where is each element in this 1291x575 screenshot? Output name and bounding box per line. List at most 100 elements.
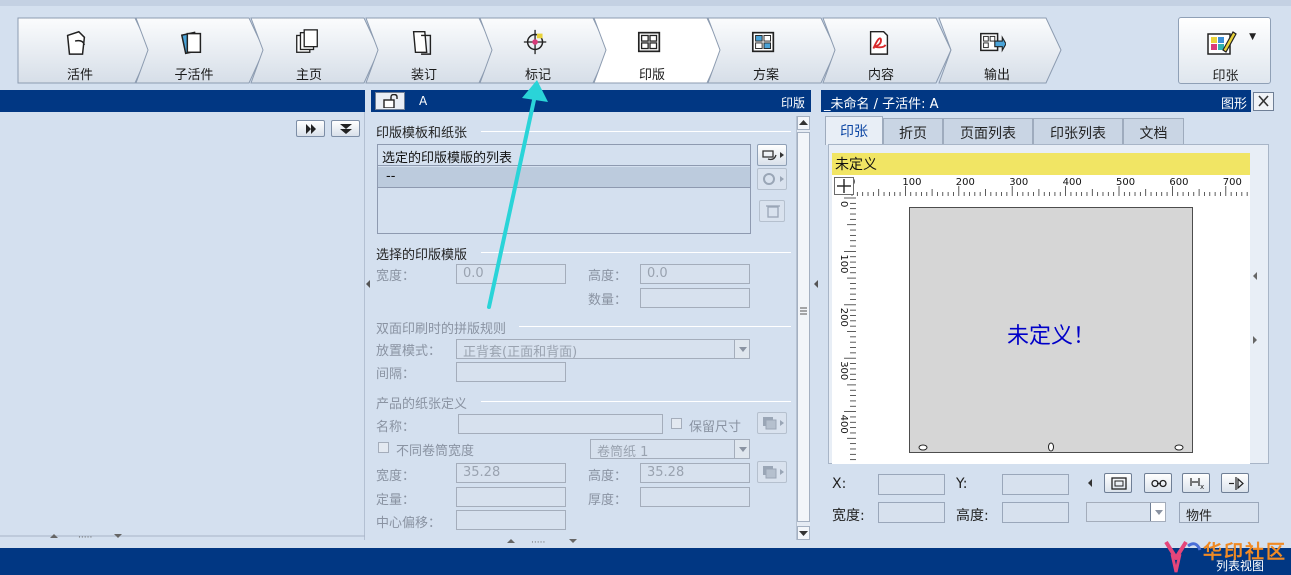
horizontal-ruler: 0100200300400500600700 — [832, 175, 1250, 196]
sheet-gripper-mark — [1048, 442, 1054, 452]
workflow-step-label: 内容 — [867, 68, 894, 83]
right-header-title: _未命名 / 子活件: A — [824, 97, 939, 112]
paper-thickness-field[interactable] — [640, 487, 750, 507]
middle-panel-resize-grip[interactable]: ····· — [371, 534, 811, 546]
workflow-step-8[interactable]: 内容 — [822, 17, 952, 84]
x-field[interactable] — [878, 474, 945, 495]
paper-height-field[interactable]: 35.28 — [640, 463, 750, 483]
chevron-down-icon[interactable] — [734, 340, 749, 358]
plate-quantity-label: 数量： — [588, 293, 628, 308]
undefined-sheet[interactable]: 未定义！ — [909, 207, 1193, 453]
center-object-button[interactable] — [1104, 473, 1132, 493]
svg-text:x: x — [1200, 483, 1204, 490]
left-panel-resize-grip[interactable]: ····· — [0, 530, 365, 542]
workflow-step-label: 主页 — [295, 68, 322, 83]
paper-weight-field[interactable] — [456, 487, 566, 507]
ruler-h-label: 100 — [902, 177, 921, 188]
keep-size-checkbox[interactable] — [671, 418, 682, 429]
mirror-button[interactable] — [1221, 473, 1249, 493]
template-list-row[interactable]: -- — [378, 167, 750, 188]
status-bar — [0, 548, 1291, 575]
close-button[interactable] — [1253, 92, 1274, 111]
select-template-button[interactable] — [757, 144, 787, 166]
print-sheet-button[interactable]: ▼ 印张 — [1178, 17, 1271, 84]
scheme-icon — [751, 31, 775, 53]
gap-field[interactable] — [456, 362, 566, 382]
chevron-down-icon[interactable] — [734, 440, 749, 458]
workflow-step-9[interactable]: 输出 — [938, 17, 1062, 84]
placement-mode-select[interactable]: 正背套(正面和背面) — [456, 339, 750, 360]
tab-fold[interactable]: 折页 — [883, 118, 943, 144]
ruler-origin-button[interactable] — [834, 177, 854, 195]
middle-panel-scrollbar[interactable] — [796, 116, 810, 540]
chevron-down-icon[interactable]: ▼ — [1249, 32, 1256, 42]
ruler-v-label: 0 — [838, 201, 849, 207]
middle-header-title: 印版 — [780, 96, 805, 110]
ruler-h-label: 300 — [1009, 177, 1028, 188]
toolbar-top-edge — [0, 0, 1291, 6]
workflow-step-3[interactable]: 主页 — [250, 17, 380, 84]
workflow-step-label: 标记 — [524, 68, 551, 83]
grip-icon — [800, 307, 807, 315]
tab-sheet[interactable]: 印张 — [825, 116, 883, 145]
tab-sheet-list[interactable]: 印张列表 — [1033, 118, 1123, 144]
plate-icon — [637, 31, 661, 53]
template-list-header: 选定的印版模版的列表 — [378, 145, 750, 166]
middle-header-id: A — [419, 94, 428, 108]
roll-select[interactable]: 卷筒纸 1 — [590, 439, 750, 460]
scrollbar-thumb[interactable] — [797, 132, 810, 522]
center-frame-icon — [1111, 477, 1127, 490]
paper-width-label: 宽度： — [376, 469, 416, 484]
plate-height-label: 高度： — [588, 269, 628, 284]
tab-page-list[interactable]: 页面列表 — [943, 118, 1033, 144]
workflow-step-7[interactable]: 方案 — [707, 17, 837, 84]
paper-library-button[interactable] — [757, 412, 787, 434]
scale-x-button[interactable]: x — [1182, 473, 1210, 493]
sync-template-button[interactable] — [757, 168, 787, 190]
double-arrow-right-icon — [306, 124, 316, 134]
plate-quantity-field[interactable] — [640, 288, 750, 308]
object-width-field[interactable] — [878, 502, 945, 523]
paper-name-field[interactable] — [458, 414, 663, 434]
workflow-step-6[interactable]: 印版 — [593, 17, 723, 84]
paper-width-field[interactable]: 35.28 — [456, 463, 566, 483]
middle-panel-header: A 印版 — [371, 90, 811, 112]
workflow-step-label: 方案 — [752, 68, 779, 83]
paper-size-button[interactable] — [757, 461, 787, 483]
delete-template-button[interactable] — [759, 200, 785, 222]
template-list[interactable]: 选定的印版模版的列表 -- — [377, 144, 751, 234]
chevron-down-icon[interactable] — [1150, 503, 1165, 521]
link-objects-button[interactable] — [1144, 473, 1172, 493]
chain-icon — [1151, 479, 1167, 488]
workflow-step-2[interactable]: 子活件 — [135, 17, 265, 84]
different-roll-width-checkbox[interactable] — [378, 442, 389, 453]
right-splitter-handle[interactable] — [811, 270, 821, 300]
output-icon — [980, 32, 1006, 53]
workflow-step-1[interactable]: 活件 — [17, 17, 151, 84]
y-field[interactable] — [1002, 474, 1069, 495]
workflow-step-5[interactable]: 标记 — [479, 17, 609, 84]
center-offset-field[interactable] — [456, 510, 566, 530]
plate-width-field[interactable]: 0.0 — [456, 264, 566, 284]
object-height-field[interactable] — [1002, 502, 1069, 523]
master-pages-icon — [296, 29, 318, 53]
workflow-step-4[interactable]: 装订 — [365, 17, 495, 84]
arrow-left-icon[interactable] — [1086, 478, 1094, 488]
group-duplex-title: 双面印刷时的拼版规则 — [376, 322, 507, 337]
lock-button[interactable] — [375, 92, 405, 110]
canvas-side-arrows[interactable] — [1251, 270, 1259, 350]
double-arrow-down-icon — [340, 124, 352, 134]
scroll-up-button[interactable] — [797, 116, 810, 130]
sheet-gripper-mark — [918, 444, 928, 451]
watermark-subtext: 列表视图 — [1216, 559, 1265, 573]
skip-forward-button[interactable] — [296, 120, 325, 137]
canvas-title-bar: 未定义 — [832, 153, 1250, 175]
horizontal-ruler-ticks: 0100200300400500600700 — [849, 177, 1248, 196]
plate-height-field[interactable]: 0.0 — [640, 264, 750, 284]
x-label: X: — [832, 476, 847, 492]
content-pdf-icon — [869, 31, 889, 55]
tab-document[interactable]: 文档 — [1123, 118, 1184, 144]
reference-point-select[interactable] — [1086, 502, 1166, 522]
center-offset-label: 中心偏移： — [376, 516, 442, 531]
collapse-down-button[interactable] — [331, 120, 360, 137]
